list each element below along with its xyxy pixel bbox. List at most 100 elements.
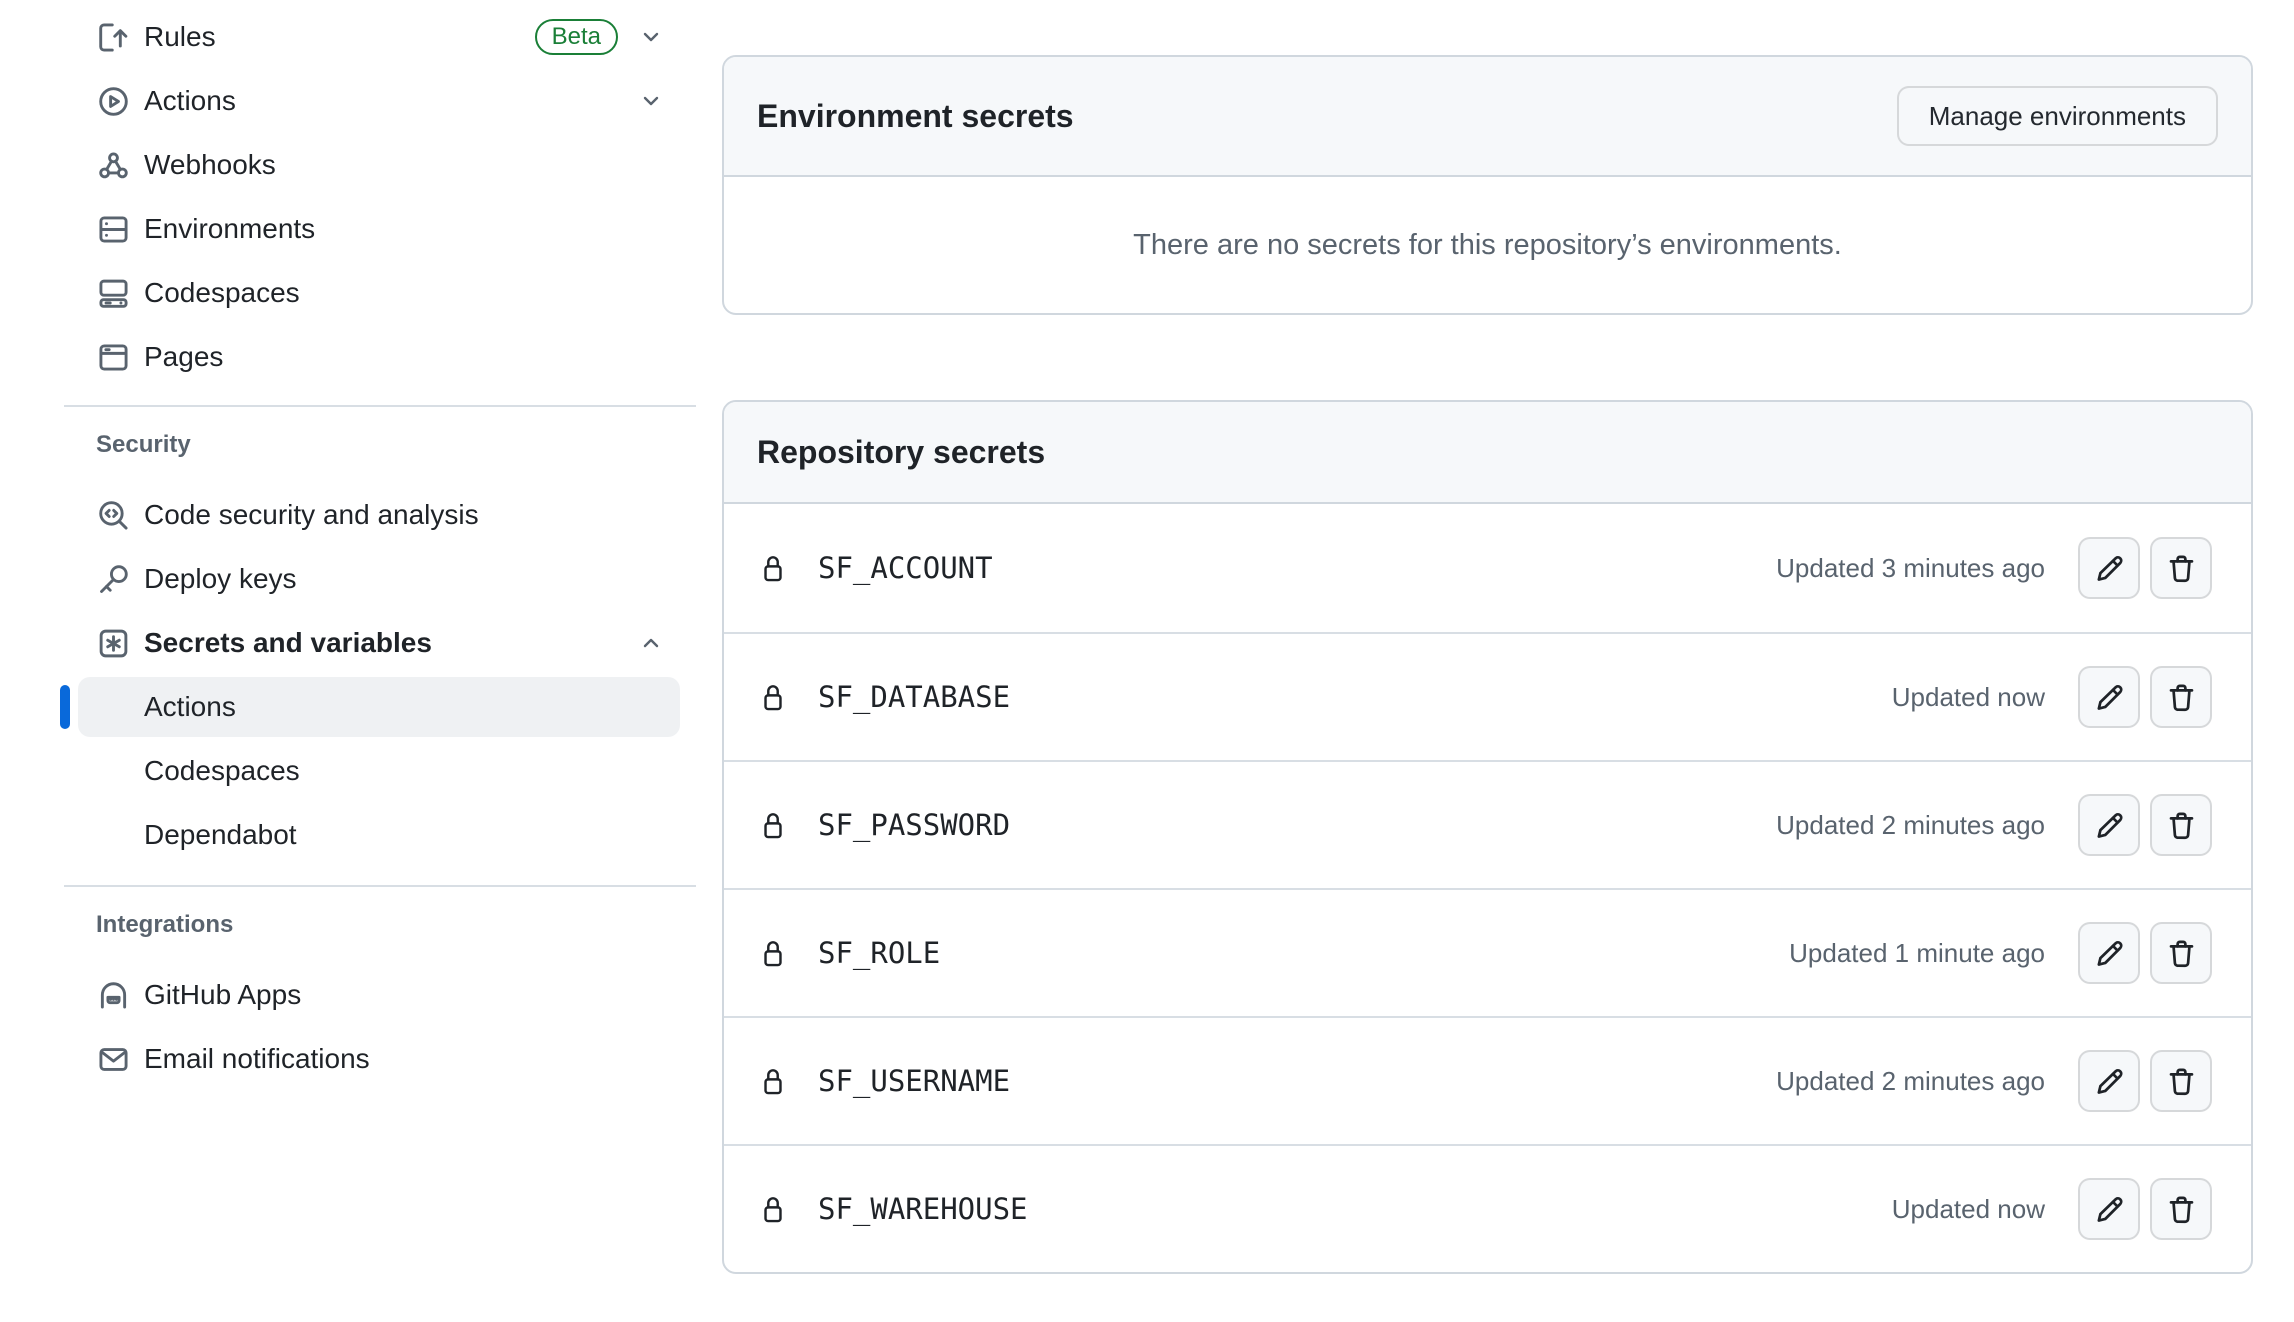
chevron-up-icon xyxy=(639,631,663,655)
mail-icon xyxy=(96,1042,130,1076)
trash-icon xyxy=(2166,682,2197,713)
sidebar-subitem-dependabot[interactable]: Dependabot xyxy=(0,803,706,867)
pencil-icon xyxy=(2094,553,2125,584)
sidebar-item-label: Email notifications xyxy=(144,1043,370,1075)
secret-updated: Updated now xyxy=(1892,1194,2045,1225)
edit-secret-button[interactable] xyxy=(2078,794,2140,856)
trash-icon xyxy=(2166,1066,2197,1097)
secret-updated: Updated 1 minute ago xyxy=(1789,938,2045,969)
edit-secret-button[interactable] xyxy=(2078,922,2140,984)
sidebar-item-label: Pages xyxy=(144,341,223,373)
delete-secret-button[interactable] xyxy=(2150,1178,2212,1240)
secret-row: SF_PASSWORD Updated 2 minutes ago xyxy=(724,760,2251,888)
edit-secret-button[interactable] xyxy=(2078,1050,2140,1112)
sidebar-item-pages[interactable]: Pages xyxy=(0,325,706,389)
secret-name: SF_DATABASE xyxy=(818,680,1010,714)
secret-updated: Updated 2 minutes ago xyxy=(1776,810,2045,841)
pencil-icon xyxy=(2094,682,2125,713)
lock-icon xyxy=(760,552,786,585)
sidebar-item-label: Secrets and variables xyxy=(144,627,432,659)
key-icon xyxy=(96,562,130,596)
secrets-main-content: Environment secrets Manage environments … xyxy=(722,0,2253,1274)
sidebar-item-webhooks[interactable]: Webhooks xyxy=(0,133,706,197)
pencil-icon xyxy=(2094,938,2125,969)
rules-icon xyxy=(96,20,130,54)
edit-secret-button[interactable] xyxy=(2078,1178,2140,1240)
sidebar-item-actions[interactable]: Actions xyxy=(0,69,706,133)
repository-secrets-header: Repository secrets xyxy=(724,402,2251,504)
secret-name: SF_PASSWORD xyxy=(818,808,1010,842)
delete-secret-button[interactable] xyxy=(2150,922,2212,984)
secret-updated: Updated 3 minutes ago xyxy=(1776,553,2045,584)
pencil-icon xyxy=(2094,1066,2125,1097)
lock-icon xyxy=(760,1065,786,1098)
edit-secret-button[interactable] xyxy=(2078,666,2140,728)
chevron-down-icon xyxy=(639,25,663,49)
environment-secrets-empty-message: There are no secrets for this repository… xyxy=(724,177,2251,313)
lock-icon xyxy=(760,937,786,970)
sidebar-item-label: GitHub Apps xyxy=(144,979,301,1011)
settings-sidebar: Rules Beta Actions xyxy=(0,0,706,1322)
repository-secrets-panel: Repository secrets SF_ACCOUNT Updated 3 … xyxy=(722,400,2253,1274)
trash-icon xyxy=(2166,810,2197,841)
lock-icon xyxy=(760,1193,786,1226)
sidebar-item-label: Code security and analysis xyxy=(144,499,479,531)
code-security-icon xyxy=(96,498,130,532)
sidebar-item-codespaces[interactable]: Codespaces xyxy=(0,261,706,325)
github-apps-icon xyxy=(96,978,130,1012)
environment-secrets-header: Environment secrets Manage environments xyxy=(724,57,2251,177)
key-asterisk-icon xyxy=(96,626,130,660)
sidebar-section-integrations: Integrations xyxy=(0,887,706,963)
sidebar-item-environments[interactable]: Environments xyxy=(0,197,706,261)
sidebar-item-code-security[interactable]: Code security and analysis xyxy=(0,483,706,547)
delete-secret-button[interactable] xyxy=(2150,794,2212,856)
sidebar-item-github-apps[interactable]: GitHub Apps xyxy=(0,963,706,1027)
environment-secrets-panel: Environment secrets Manage environments … xyxy=(722,55,2253,315)
sidebar-item-label: Rules xyxy=(144,21,216,53)
delete-secret-button[interactable] xyxy=(2150,1050,2212,1112)
pencil-icon xyxy=(2094,810,2125,841)
trash-icon xyxy=(2166,1194,2197,1225)
pencil-icon xyxy=(2094,1194,2125,1225)
sidebar-item-secrets-and-variables[interactable]: Secrets and variables xyxy=(0,611,706,675)
chevron-down-icon xyxy=(639,89,663,113)
secret-row: SF_WAREHOUSE Updated now xyxy=(724,1144,2251,1272)
sidebar-item-email-notifications[interactable]: Email notifications xyxy=(0,1027,706,1091)
environments-icon xyxy=(96,212,130,246)
delete-secret-button[interactable] xyxy=(2150,537,2212,599)
codespaces-icon xyxy=(96,276,130,310)
secret-name: SF_WAREHOUSE xyxy=(818,1192,1028,1226)
pages-icon xyxy=(96,340,130,374)
sidebar-item-label: Actions xyxy=(144,85,236,117)
lock-icon xyxy=(760,809,786,842)
manage-environments-button[interactable]: Manage environments xyxy=(1897,86,2218,146)
secret-updated: Updated 2 minutes ago xyxy=(1776,1066,2045,1097)
sidebar-item-rules[interactable]: Rules Beta xyxy=(0,5,706,69)
actions-icon xyxy=(96,84,130,118)
sidebar-item-label: Environments xyxy=(144,213,315,245)
webhooks-icon xyxy=(96,148,130,182)
lock-icon xyxy=(760,681,786,714)
trash-icon xyxy=(2166,553,2197,584)
sidebar-subitem-codespaces[interactable]: Codespaces xyxy=(0,739,706,803)
delete-secret-button[interactable] xyxy=(2150,666,2212,728)
edit-secret-button[interactable] xyxy=(2078,537,2140,599)
secret-name: SF_ROLE xyxy=(818,936,940,970)
secret-name: SF_USERNAME xyxy=(818,1064,1010,1098)
sidebar-item-label: Deploy keys xyxy=(144,563,297,595)
secret-name: SF_ACCOUNT xyxy=(818,551,993,585)
sidebar-item-label: Webhooks xyxy=(144,149,276,181)
secret-row: SF_USERNAME Updated 2 minutes ago xyxy=(724,1016,2251,1144)
environment-secrets-title: Environment secrets xyxy=(757,98,1074,135)
trash-icon xyxy=(2166,938,2197,969)
secret-row: SF_DATABASE Updated now xyxy=(724,632,2251,760)
secret-row: SF_ACCOUNT Updated 3 minutes ago xyxy=(724,504,2251,632)
secret-updated: Updated now xyxy=(1892,682,2045,713)
sidebar-section-security: Security xyxy=(0,407,706,483)
sidebar-item-deploy-keys[interactable]: Deploy keys xyxy=(0,547,706,611)
secret-row: SF_ROLE Updated 1 minute ago xyxy=(724,888,2251,1016)
sidebar-item-label: Codespaces xyxy=(144,277,300,309)
beta-badge: Beta xyxy=(535,19,618,55)
sidebar-subitem-actions[interactable]: Actions xyxy=(78,677,680,737)
repository-secrets-title: Repository secrets xyxy=(757,434,1045,471)
